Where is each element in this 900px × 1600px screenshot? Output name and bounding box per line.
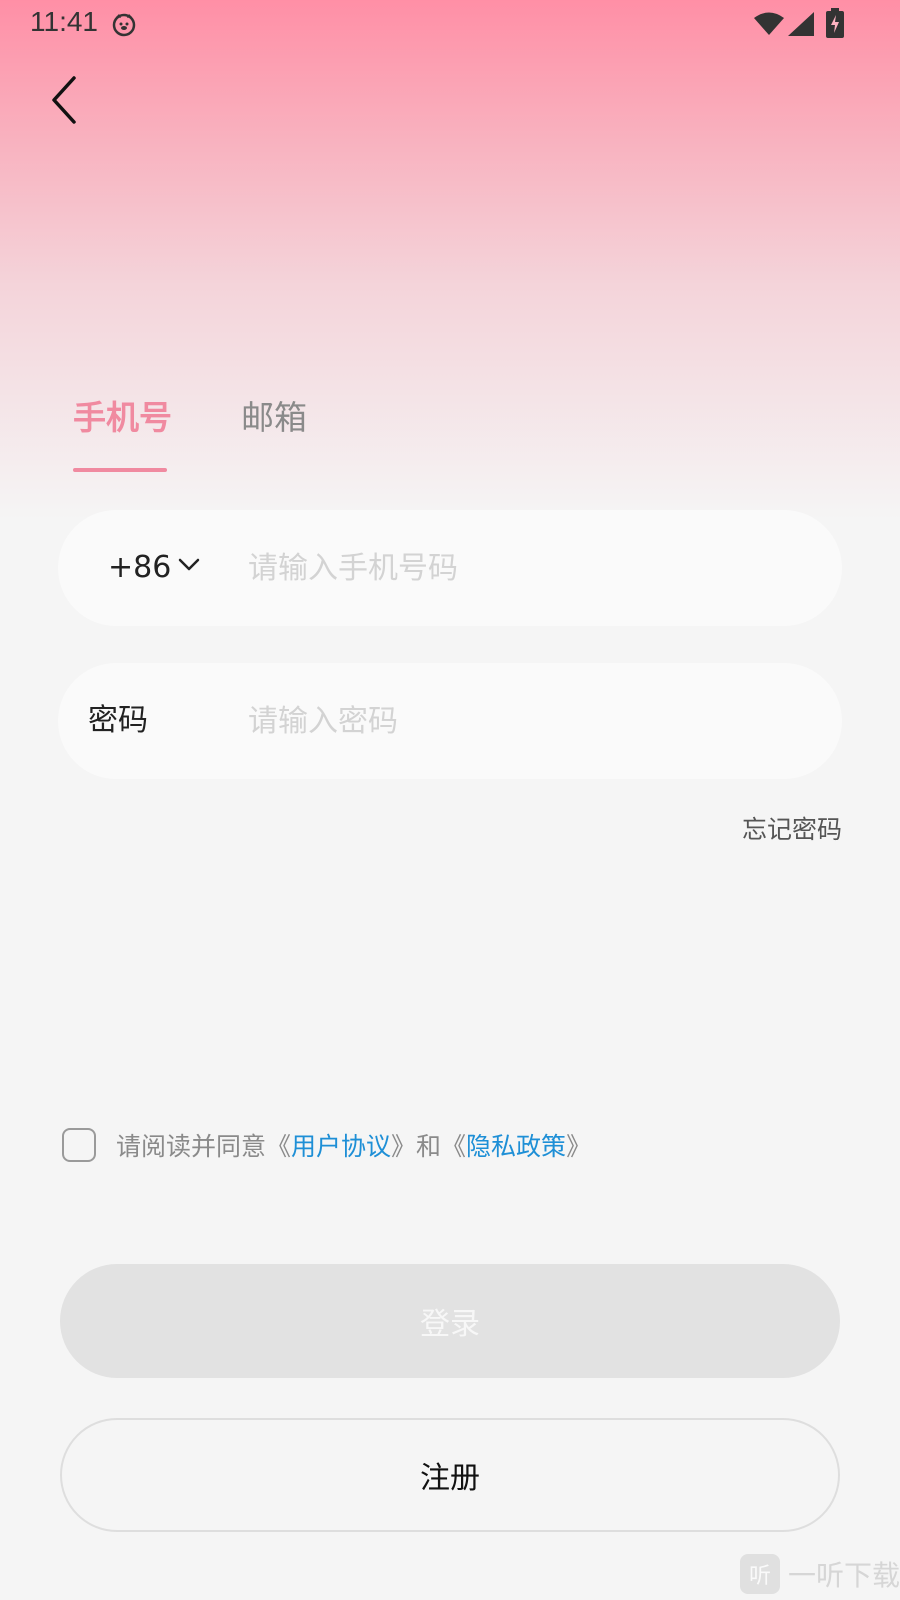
status-bar: 11:41 bbox=[0, 0, 900, 48]
password-input[interactable] bbox=[248, 693, 808, 749]
agreement-prefix: 请阅读并同意《 bbox=[116, 1132, 292, 1161]
agreement-suffix: 》 bbox=[566, 1132, 592, 1161]
header-gradient-background bbox=[0, 0, 900, 520]
login-button[interactable]: 登录 bbox=[60, 1264, 840, 1378]
battery-charging-icon bbox=[826, 8, 844, 38]
phone-number-input[interactable] bbox=[248, 540, 808, 596]
status-time: 11:41 bbox=[30, 6, 98, 37]
tab-email[interactable]: 邮箱 bbox=[241, 398, 307, 438]
country-code-selector[interactable]: +86 bbox=[108, 548, 171, 588]
register-button[interactable]: 注册 bbox=[60, 1418, 840, 1532]
privacy-policy-link[interactable]: 隐私政策 bbox=[466, 1132, 566, 1161]
chevron-left-icon bbox=[52, 76, 76, 124]
active-tab-indicator bbox=[73, 468, 167, 472]
watermark-text: 一听下载 bbox=[788, 1559, 900, 1592]
watermark-logo-icon: 听 bbox=[740, 1554, 780, 1594]
tab-phone[interactable]: 手机号 bbox=[73, 398, 172, 438]
agreement-text: 请阅读并同意《用户协议》和《隐私政策》 bbox=[116, 1130, 591, 1164]
password-label: 密码 bbox=[88, 703, 148, 738]
phone-field: +86 bbox=[58, 510, 842, 626]
wifi-icon bbox=[754, 12, 784, 35]
agreement-middle: 》和《 bbox=[391, 1132, 467, 1161]
forgot-password-link[interactable]: 忘记密码 bbox=[742, 810, 842, 846]
chevron-down-icon[interactable] bbox=[178, 558, 200, 572]
back-button[interactable] bbox=[40, 70, 90, 130]
signal-icon bbox=[788, 12, 814, 36]
password-field: 密码 bbox=[58, 663, 842, 779]
app-notification-icon bbox=[112, 13, 136, 37]
user-agreement-link[interactable]: 用户协议 bbox=[291, 1132, 391, 1161]
watermark: 听 一听下载 bbox=[740, 1554, 900, 1594]
agreement-checkbox[interactable] bbox=[62, 1128, 96, 1162]
